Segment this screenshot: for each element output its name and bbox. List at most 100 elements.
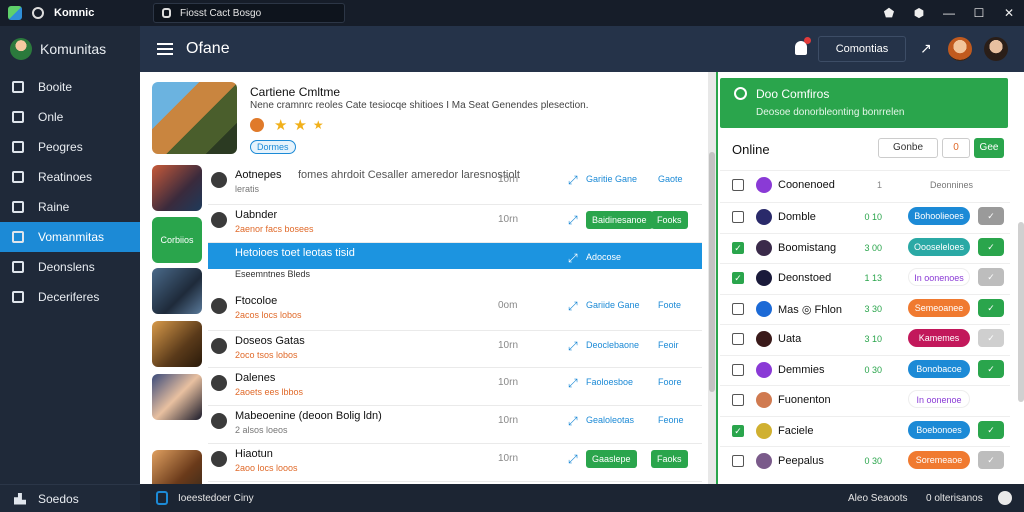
list-item[interactable]: Uabnder 2aenor facs bosees 10rn ⤢ Baidinesan… — [208, 205, 702, 243]
communities-button[interactable]: Comontias — [818, 36, 906, 62]
action-icon[interactable]: ✓ — [978, 268, 1004, 286]
list-item[interactable]: Dalenes 2aoets ees lbbos 10rn ⤢ Faoloesboe Fo… — [208, 368, 702, 406]
game-thumbnail[interactable] — [152, 321, 202, 367]
sidebar-footer[interactable]: Soedos — [0, 484, 140, 512]
row-checkbox[interactable]: ✓ — [732, 272, 744, 284]
member-row[interactable]: Uata 3 10 Kamemes ✓ — [720, 324, 1010, 354]
action-icon[interactable]: ✓ — [978, 420, 1004, 439]
member-row[interactable]: Domble 0 10 Bohoolieoes ✓ — [720, 202, 1010, 232]
filter-button[interactable]: Gonbe — [878, 138, 938, 158]
status-badge[interactable]: Dormes — [250, 140, 296, 154]
right-scrollbar[interactable] — [1018, 222, 1024, 402]
item-link[interactable]: Faoloesboe — [586, 377, 633, 387]
sidebar-item-0[interactable]: Booite — [0, 72, 140, 102]
search-input[interactable]: Fiosst Cact Bosgo — [153, 3, 345, 23]
member-row[interactable]: ✓ Faciele Boebonoes ✓ — [720, 415, 1010, 446]
status-pill[interactable]: In oonenoe — [908, 390, 970, 408]
status-pill[interactable]: Soremeaoe — [908, 451, 970, 469]
row-checkbox[interactable] — [732, 333, 744, 345]
status-pill[interactable]: Semeoanee — [908, 298, 970, 317]
select-all-checkbox[interactable] — [732, 179, 744, 191]
item-tag[interactable]: Foote — [658, 300, 681, 310]
action-icon[interactable]: ✓ — [978, 451, 1004, 469]
minimize-button[interactable]: — — [934, 6, 964, 20]
status-right-2[interactable]: 0 olterisanos — [926, 493, 983, 504]
list-item[interactable]: Hiaotun 2aoo locs looos 10rn ⤢ Gaaslepe Faoks — [208, 444, 702, 482]
list-item[interactable]: Mabeoenine (deoon Bolig ldn) 2 alsos loeo… — [208, 406, 702, 444]
main-scrollbar[interactable] — [708, 72, 716, 484]
list-item[interactable]: Ftocoloe 2acos locs lobos 0om ⤢ Gariide Gane… — [208, 291, 702, 331]
item-tag[interactable]: Foore — [658, 377, 682, 387]
link-icon[interactable]: ⤢ — [568, 339, 578, 354]
community-thumbnail[interactable]: Corbiios — [152, 217, 202, 263]
notification-icon[interactable] — [795, 37, 811, 55]
item-link[interactable]: Gealoleotas — [586, 415, 634, 425]
scrollbar-thumb[interactable] — [709, 152, 715, 392]
status-pill[interactable]: In oonenoes — [908, 268, 970, 286]
row-checkbox[interactable] — [732, 302, 744, 315]
game-thumbnail[interactable] — [152, 165, 202, 211]
go-button[interactable]: Gee — [974, 138, 1004, 158]
avatar[interactable] — [984, 37, 1008, 61]
sidebar-item-5[interactable]: Vomanmitas — [0, 222, 140, 252]
item-link[interactable]: Gariide Gane — [586, 300, 640, 310]
share-icon[interactable]: ↗ — [920, 40, 932, 57]
camera-icon[interactable]: ⬟ — [874, 6, 904, 20]
link-icon[interactable]: ⤢ — [568, 376, 578, 391]
avatar[interactable] — [948, 37, 972, 61]
action-icon[interactable]: ✓ — [978, 237, 1004, 256]
maximize-button[interactable]: ☐ — [964, 6, 994, 20]
link-icon[interactable]: ⤢ — [568, 414, 578, 429]
count-field[interactable]: 0 — [942, 138, 970, 158]
item-tag[interactable]: Feoir — [658, 340, 679, 350]
action-icon[interactable]: ✓ — [978, 207, 1004, 225]
row-checkbox[interactable] — [732, 394, 744, 406]
link-icon[interactable]: ⤢ — [568, 251, 578, 266]
item-link[interactable]: Adocose — [586, 252, 621, 262]
list-item[interactable]: Doseos Gatas 2oco tsos lobos 10rn ⤢ Deocleba… — [208, 331, 702, 368]
list-item[interactable]: Hetoioes toet leotas tisid Eseemntnes Ble… — [208, 243, 702, 279]
member-row[interactable]: ✓ Boomistang 3 00 Oooseleloes ✓ — [720, 232, 1010, 263]
link-icon[interactable]: ⤢ — [568, 299, 578, 314]
row-checkbox[interactable] — [732, 363, 744, 376]
record-icon[interactable]: ⬢ — [904, 6, 934, 20]
row-checkbox[interactable] — [732, 455, 744, 467]
link-icon[interactable]: ⤢ — [568, 173, 578, 188]
primary-action-button[interactable]: Baidinesanoe — [586, 211, 653, 229]
link-icon[interactable]: ⤢ — [568, 452, 578, 467]
status-pill[interactable]: Bonobacoe — [908, 359, 970, 378]
item-tag[interactable]: Feone — [658, 415, 684, 425]
member-row[interactable]: Demmies 0 30 Bonobacoe ✓ — [720, 354, 1010, 385]
list-item[interactable]: Aotnepes fomes ahrdoit Cesaller ameredor … — [208, 165, 702, 205]
secondary-action-button[interactable]: Faoks — [651, 450, 688, 468]
sidebar-item-7[interactable]: Deceriferes — [0, 282, 140, 312]
action-icon[interactable]: ✓ — [978, 359, 1004, 378]
sidebar-item-1[interactable]: Onle — [0, 102, 140, 132]
member-row[interactable]: Fuonenton In oonenoe — [720, 385, 1010, 415]
member-row[interactable]: Peepalus 0 30 Soremeaoe ✓ — [720, 446, 1010, 476]
sidebar-item-3[interactable]: Reatinoes — [0, 162, 140, 192]
refresh-icon[interactable] — [32, 7, 44, 19]
menu-icon[interactable] — [157, 43, 173, 55]
secondary-action-button[interactable]: Fooks — [651, 211, 688, 229]
member-row[interactable]: ✓ Deonstoed 1 13 In oonenoes ✓ — [720, 263, 1010, 293]
action-icon[interactable] — [978, 390, 1004, 408]
sidebar-item-6[interactable]: Deonslens — [0, 252, 140, 282]
row-checkbox[interactable] — [732, 211, 744, 223]
action-icon[interactable]: ✓ — [978, 329, 1004, 347]
action-icon[interactable]: ✓ — [978, 298, 1004, 317]
status-pill[interactable]: Kamemes — [908, 329, 970, 347]
close-button[interactable]: ✕ — [994, 6, 1024, 20]
status-pill[interactable]: Bohoolieoes — [908, 207, 970, 225]
item-link[interactable]: Garitie Gane — [586, 174, 637, 184]
item-link[interactable]: Deoclebaone — [586, 340, 639, 350]
avatar[interactable] — [10, 38, 32, 60]
sidebar-item-2[interactable]: Peogres — [0, 132, 140, 162]
sidebar-item-4[interactable]: Raine — [0, 192, 140, 222]
game-thumbnail[interactable] — [152, 268, 202, 314]
game-thumbnail[interactable] — [152, 374, 202, 420]
status-right-1[interactable]: Aleo Seaoots — [848, 493, 908, 504]
featured-thumbnail[interactable] — [152, 82, 237, 154]
row-checkbox[interactable]: ✓ — [732, 241, 744, 254]
row-checkbox[interactable]: ✓ — [732, 424, 744, 437]
